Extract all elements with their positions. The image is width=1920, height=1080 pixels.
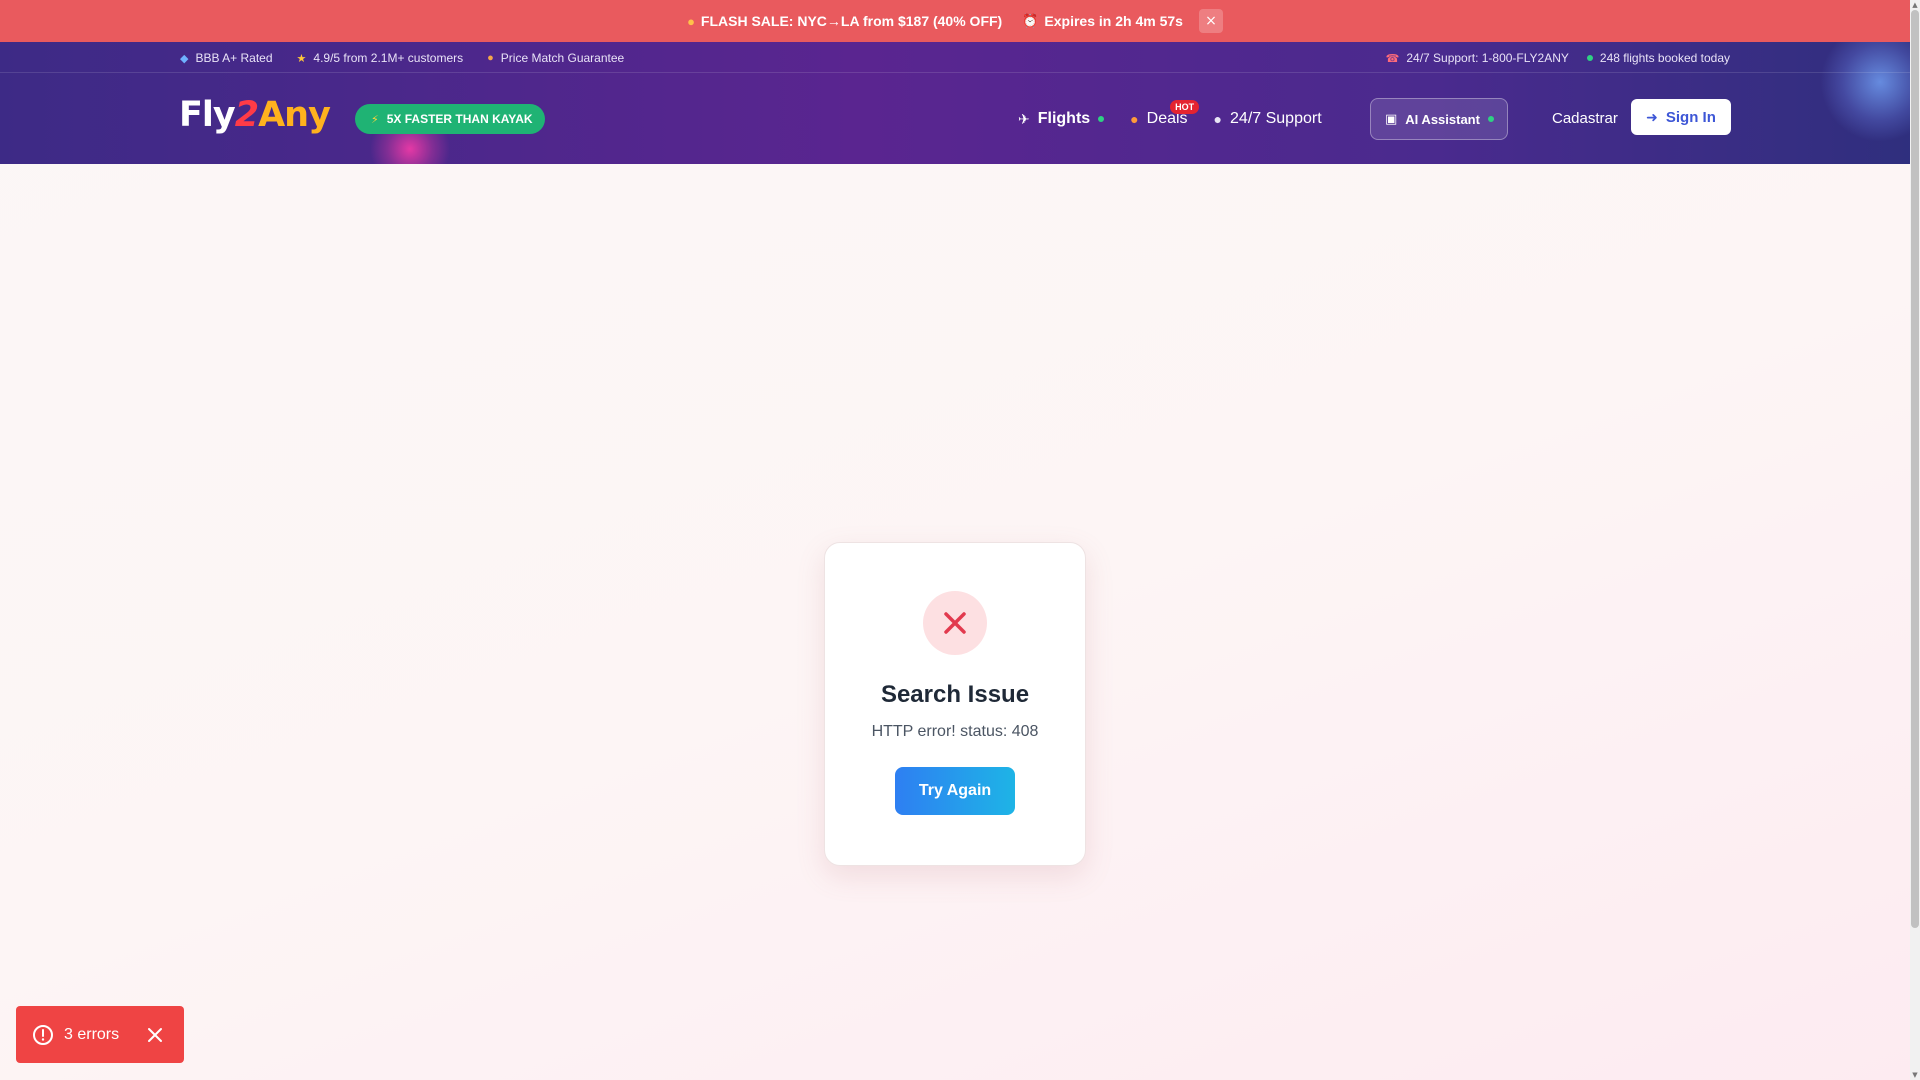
nav-deals[interactable]: ● Deals HOT	[1130, 100, 1200, 128]
trust-bar: ◆ BBB A+ Rated ★ 4.9/5 from 2.1M+ custom…	[0, 42, 1910, 73]
logo-part-any: Any	[258, 95, 331, 135]
scroll-up-arrow-icon[interactable]: ▲	[1910, 0, 1920, 10]
close-banner-button[interactable]: ×	[1198, 9, 1223, 33]
logo-part-2: 2	[234, 95, 259, 135]
robot-icon: ▣	[1385, 111, 1398, 126]
shield-icon: ◆	[180, 52, 189, 65]
sign-in-label: Sign In	[1665, 108, 1716, 126]
active-dot-icon	[1098, 116, 1105, 122]
flash-sale-banner: ● FLASH SALE: NYC→LA from $187 (40% OFF)…	[0, 0, 1910, 42]
plane-icon: ✈	[1018, 110, 1030, 127]
ai-assistant-label: AI Assistant	[1405, 111, 1480, 127]
chat-bubble-icon: ●	[1213, 111, 1223, 127]
scroll-down-arrow-icon[interactable]: ▼	[1910, 1070, 1920, 1080]
error-title: Search Issue	[880, 681, 1030, 708]
login-icon: ➜	[1646, 108, 1658, 125]
signup-link[interactable]: Cadastrar	[1552, 110, 1618, 127]
scroll-thumb[interactable]	[1911, 10, 1919, 928]
speed-badge: ⚡ 5X FASTER THAN KAYAK	[355, 104, 545, 134]
bookings-label: 248 flights booked today	[1599, 51, 1730, 65]
error-message: HTTP error! status: 408	[871, 723, 1039, 740]
flame-icon: ●	[1130, 111, 1139, 127]
nav-support-label: 24/7 Support	[1230, 110, 1322, 127]
support-phone-label: 24/7 Support: 1-800-FLY2ANY	[1406, 51, 1569, 65]
trust-item-price-match: ● Price Match Guarantee	[487, 51, 624, 65]
online-dot-icon	[1487, 116, 1494, 122]
trust-label: Price Match Guarantee	[500, 51, 625, 65]
star-icon: ★	[296, 52, 307, 65]
nav-flights-label: Flights	[1037, 110, 1091, 127]
flame-icon: ●	[687, 13, 695, 29]
phone-icon: ☎	[1385, 52, 1400, 65]
search-error-card: Search Issue HTTP error! status: 408 Try…	[824, 542, 1086, 866]
vertical-scrollbar[interactable]: ▲ ▼	[1910, 0, 1920, 1080]
main-nav: Fly2Any ⚡ 5X FASTER THAN KAYAK ✈ Flights…	[0, 73, 1910, 164]
support-phone[interactable]: ☎ 24/7 Support: 1-800-FLY2ANY	[1386, 51, 1569, 65]
ai-assistant-button[interactable]: ▣ AI Assistant	[1370, 98, 1508, 140]
error-x-icon	[923, 591, 987, 655]
bookings-counter: 248 flights booked today	[1586, 51, 1730, 65]
trust-item-rating: ★ 4.9/5 from 2.1M+ customers	[297, 51, 464, 65]
hot-badge: HOT	[1170, 100, 1200, 114]
try-again-button[interactable]: Try Again	[895, 767, 1015, 815]
speed-badge-label: 5X FASTER THAN KAYAK	[386, 112, 533, 126]
site-header: ◆ BBB A+ Rated ★ 4.9/5 from 2.1M+ custom…	[0, 42, 1910, 164]
x-mark-icon	[944, 612, 966, 634]
fly2any-logo[interactable]: Fly2Any	[179, 95, 331, 135]
alarm-clock-icon: ⏰	[1022, 13, 1039, 28]
medal-icon: ●	[487, 52, 494, 64]
flash-sale-text: FLASH SALE: NYC→LA from $187 (40% OFF)	[700, 13, 1003, 29]
expires-text: Expires in 2h 4m 57s	[1044, 13, 1183, 29]
lightning-icon: ⚡	[371, 113, 379, 126]
errors-toast[interactable]: 3 errors	[16, 1006, 184, 1063]
trust-item-bbb: ◆ BBB A+ Rated	[180, 51, 273, 65]
logo-part-fly: Fly	[179, 95, 236, 135]
live-dot-icon	[1586, 55, 1593, 61]
alert-circle-icon	[33, 1024, 53, 1045]
errors-count-label: 3 errors	[64, 1025, 120, 1043]
trust-label: BBB A+ Rated	[195, 51, 273, 65]
close-icon[interactable]	[147, 1027, 163, 1043]
nav-support[interactable]: ● 24/7 Support	[1214, 110, 1322, 128]
sign-in-button[interactable]: ➜ Sign In	[1631, 99, 1731, 135]
nav-flights[interactable]: ✈ Flights	[1018, 110, 1105, 128]
trust-label: 4.9/5 from 2.1M+ customers	[313, 51, 464, 65]
